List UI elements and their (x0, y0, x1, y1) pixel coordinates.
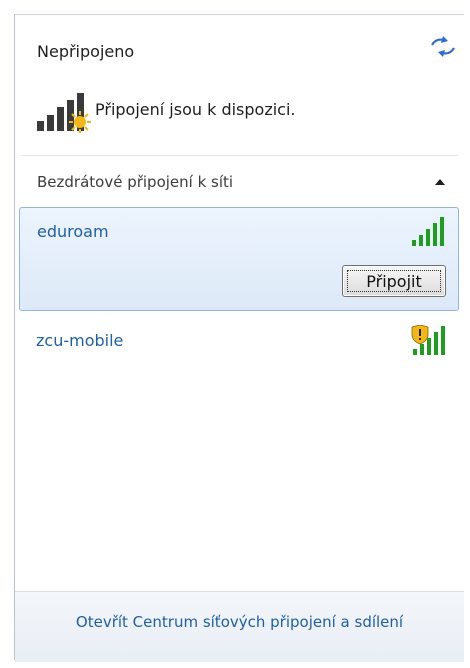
availability-row: Připojení jsou k dispozici. (35, 91, 435, 135)
section-label: Bezdrátové připojení k síti (37, 173, 234, 191)
connect-label: Připojit (366, 271, 422, 291)
network-item-zcu-mobile[interactable]: zcu-mobile (19, 317, 459, 367)
network-flyout: Nepřipojeno Připojení jsou k dispozici. … (14, 14, 464, 662)
signal-strength-shield-icon (411, 325, 445, 355)
window-edge (0, 0, 14, 668)
open-network-center-link[interactable]: Otevřít Centrum síťových připojení a sdí… (15, 613, 464, 631)
status-area: Nepřipojeno Připojení jsou k dispozici. (15, 15, 464, 155)
divider (21, 155, 458, 156)
refresh-icon[interactable] (429, 35, 457, 59)
footer: Otevřít Centrum síťových připojení a sdí… (15, 591, 464, 662)
connection-status: Nepřipojeno (37, 42, 135, 61)
network-item-eduroam[interactable]: eduroam Připojit (19, 207, 459, 311)
available-text: Připojení jsou k dispozici. (95, 100, 296, 119)
network-name: zcu-mobile (36, 331, 124, 350)
chevron-up-icon[interactable] (430, 174, 450, 190)
signal-bars-sun-icon (37, 93, 91, 133)
network-name: eduroam (37, 222, 109, 241)
connect-button[interactable]: Připojit (342, 265, 446, 297)
wireless-section-header[interactable]: Bezdrátové připojení k síti (15, 161, 464, 203)
signal-strength-icon (412, 217, 444, 246)
